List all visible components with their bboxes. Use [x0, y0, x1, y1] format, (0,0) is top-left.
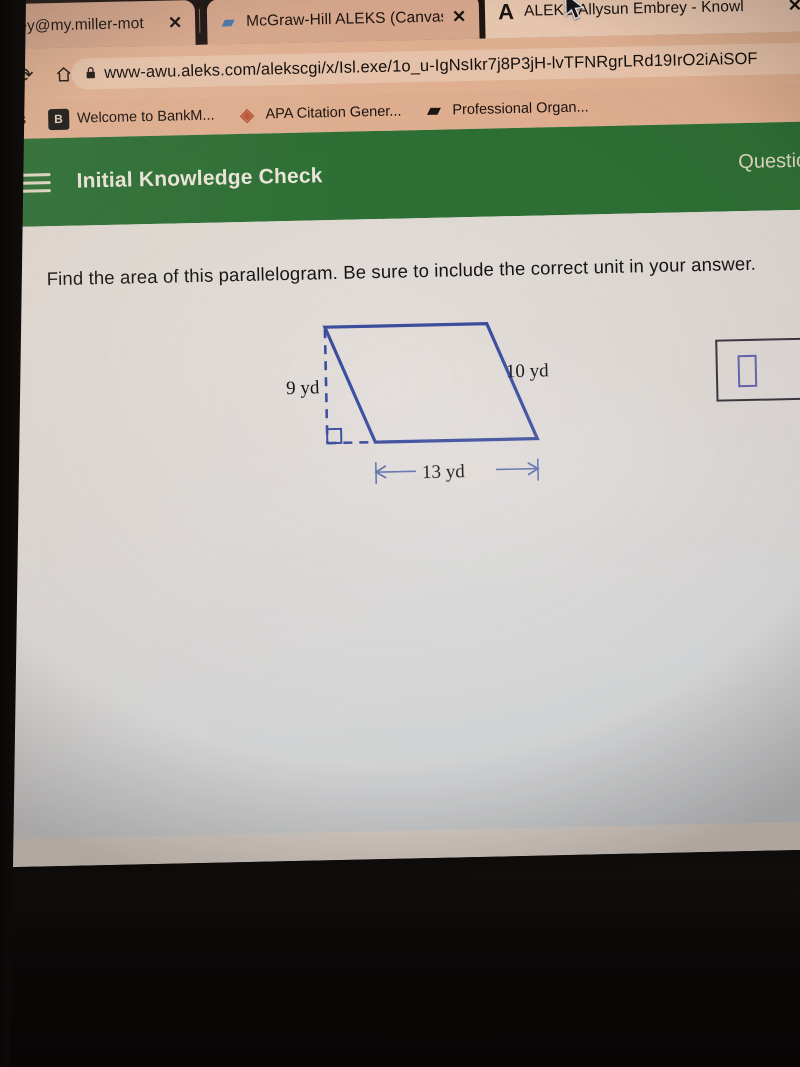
right-angle-marker-icon — [326, 427, 343, 445]
question-area: Find the area of this parallelogram. Be … — [0, 209, 800, 840]
url-text: www-awu.aleks.com/alekscgi/x/Isl.exe/1o_… — [104, 49, 758, 82]
aleks-favicon-icon: A — [497, 0, 515, 25]
parallelogram-figure: 9 yd 10 yd 13 yd — [267, 310, 581, 502]
lock-icon — [85, 66, 96, 82]
height-label: 9 yd — [286, 377, 320, 399]
bookmark-welcome-to-bankm[interactable]: B Welcome to BankM... — [47, 97, 215, 139]
question-prompt: Find the area of this parallelogram. Be … — [46, 252, 757, 290]
tab-title: ALEKS Allysun Embrey - Knowl — [523, 0, 745, 20]
answer-caret-icon — [737, 354, 758, 388]
apa-favicon-icon: ◈ — [239, 104, 255, 125]
slant-side-label: 10 yd — [506, 360, 550, 382]
tab-separator — [198, 8, 201, 33]
tab-close-icon[interactable]: ✕ — [449, 6, 469, 26]
bookmark-professional-organ[interactable]: ▰ Professional Organ... — [423, 88, 589, 130]
mcgraw-hill-favicon-icon: ▰ — [221, 13, 235, 31]
base-label: 13 yd — [422, 461, 466, 483]
browser-tab-mcgraw-hill-aleks[interactable]: ▰ McGraw-Hill ALEKS (Canvas) ✕ — [206, 0, 480, 45]
bookmark-label: APA Citation Gener... — [265, 103, 402, 123]
tab-close-icon[interactable]: ✕ — [165, 13, 185, 33]
folder-icon: ▰ — [427, 100, 441, 120]
hamburger-menu-icon[interactable] — [20, 168, 51, 198]
question-counter-label: Question — [738, 149, 800, 174]
bookmark-apa-citation-generator[interactable]: ◈ APA Citation Gener... — [236, 92, 402, 134]
bookmark-label: Professional Organ... — [452, 99, 589, 119]
height-dashed-line — [323, 329, 329, 444]
bookmark-label: Welcome to BankM... — [76, 107, 215, 127]
tab-title: McGraw-Hill ALEKS (Canvas) — [245, 8, 444, 30]
bank-favicon-icon: B — [47, 108, 70, 130]
address-bar[interactable]: www-awu.aleks.com/alekscgi/x/Isl.exe/1o_… — [70, 42, 800, 90]
answer-input[interactable] — [715, 336, 800, 402]
laptop-screen: ox - aembrey@my.miller-mot ✕ ▰ McGraw-Hi… — [0, 0, 800, 868]
laptop-bezel: hp — [0, 840, 800, 1067]
parallelogram-svg: 9 yd 10 yd 13 yd — [286, 322, 550, 485]
laptop-photo: hp ox - aembrey@my.miller-mot ✕ ▰ McGraw… — [0, 0, 800, 1067]
parallelogram-outline — [322, 322, 540, 444]
page-title: Initial Knowledge Check — [76, 164, 323, 193]
browser-tab-email[interactable]: ox - aembrey@my.miller-mot ✕ — [0, 0, 196, 51]
tab-close-icon[interactable]: ✕ — [785, 0, 800, 16]
